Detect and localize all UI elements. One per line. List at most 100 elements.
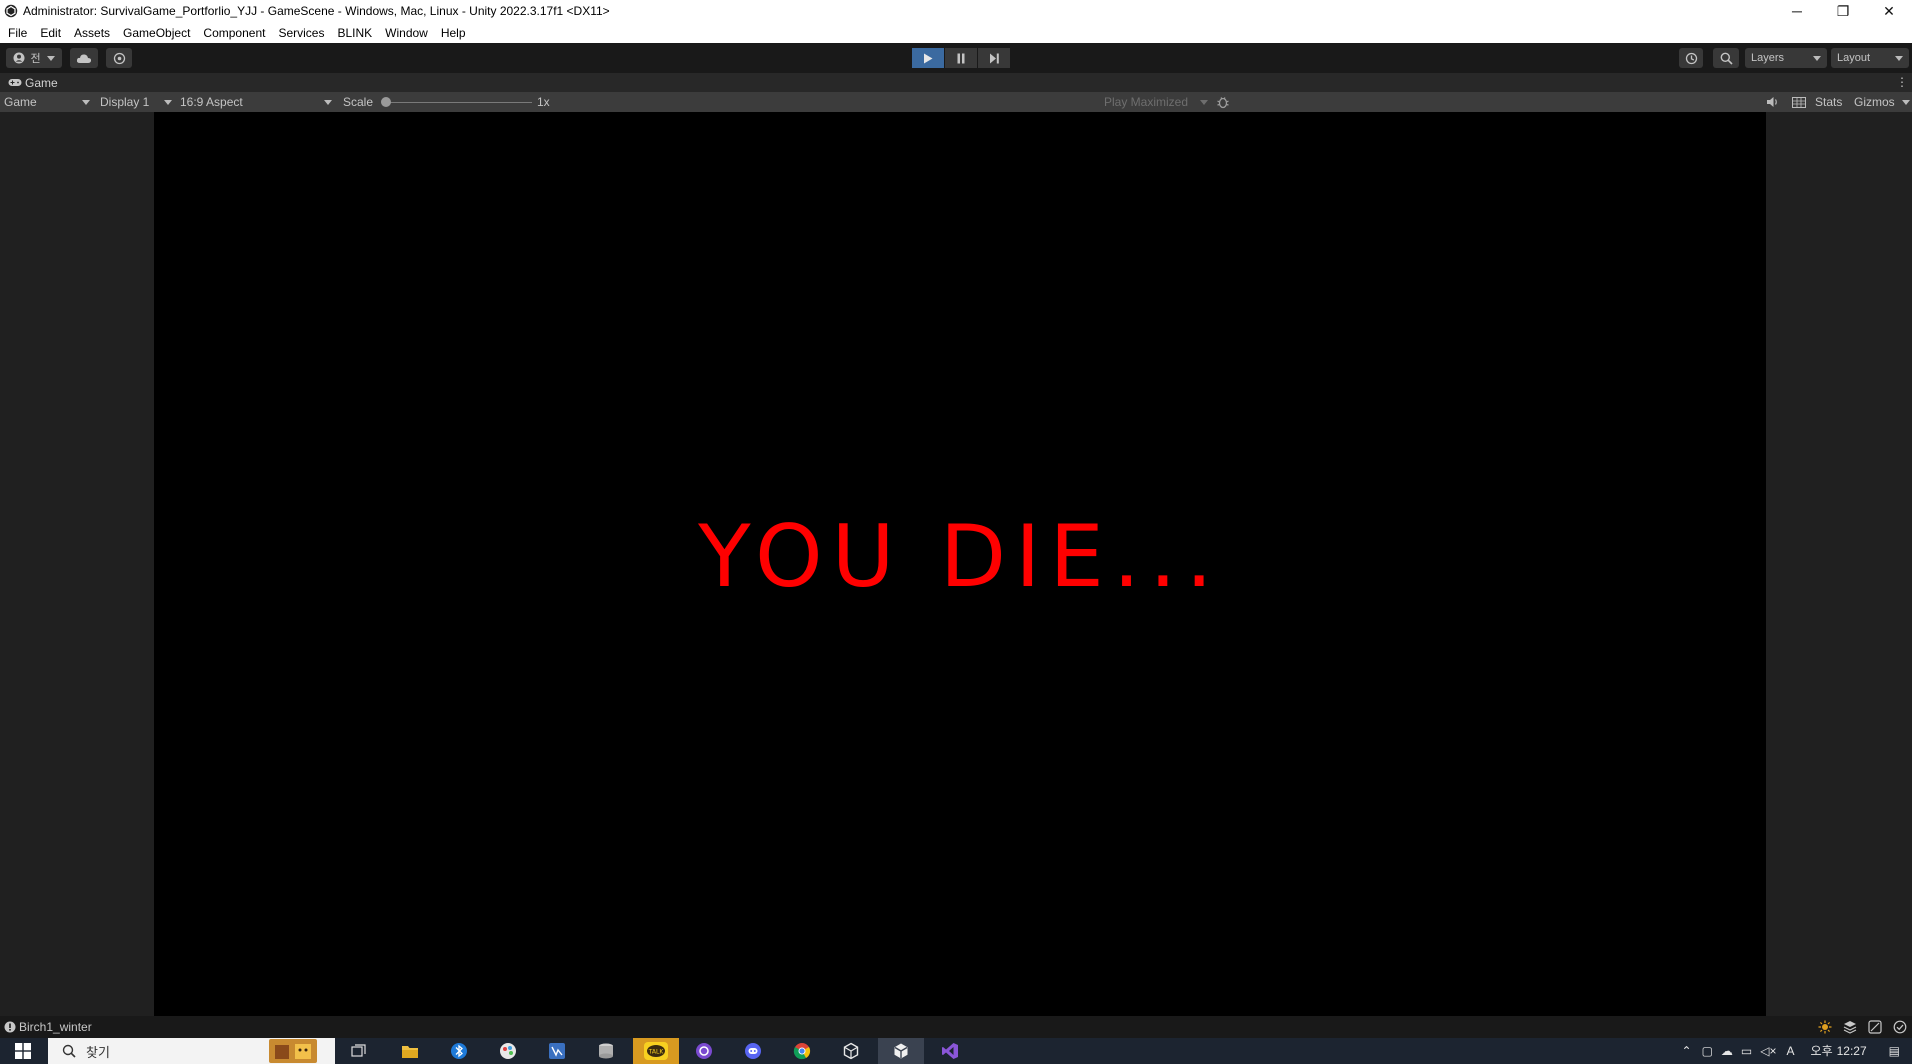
unity-icon[interactable] xyxy=(878,1038,924,1064)
aspect-dropdown[interactable]: 16:9 Aspect xyxy=(180,92,332,112)
step-button[interactable] xyxy=(978,48,1010,68)
search-icon xyxy=(1720,52,1733,65)
onedrive-icon[interactable]: ☁ xyxy=(1721,1044,1733,1058)
layers-label: Layers xyxy=(1751,52,1785,64)
network-icon[interactable] xyxy=(1867,1019,1883,1035)
taskbar-search[interactable]: 찾기 xyxy=(48,1038,335,1064)
database-icon[interactable] xyxy=(594,1040,618,1062)
status-message[interactable]: Birch1_winter xyxy=(19,1020,92,1034)
tray-app-icon[interactable]: ▢ xyxy=(1702,1044,1713,1058)
notification-icon[interactable]: ▤ xyxy=(1889,1044,1900,1058)
github-desktop-icon[interactable] xyxy=(692,1040,716,1062)
layers-dropdown[interactable]: Layers xyxy=(1745,48,1827,68)
ime-indicator[interactable]: A xyxy=(1787,1044,1795,1058)
menu-help[interactable]: Help xyxy=(441,26,466,40)
gizmos-dropdown[interactable]: Gizmos xyxy=(1854,92,1910,112)
unity-logo-icon xyxy=(4,4,18,18)
paint-app-icon[interactable] xyxy=(496,1040,520,1062)
game-control-bar: Game Display 1 16:9 Aspect Scale 1x Play… xyxy=(0,92,1912,112)
menu-bar: File Edit Assets GameObject Component Se… xyxy=(0,22,1912,43)
layout-label: Layout xyxy=(1837,52,1871,64)
chevron-down-icon xyxy=(164,99,172,105)
chrome-icon[interactable] xyxy=(790,1040,814,1062)
clock-time: 12:27 xyxy=(1836,1043,1867,1058)
play-mode-label: Play Maximized xyxy=(1104,95,1189,109)
chevron-down-icon xyxy=(82,99,90,105)
play-icon xyxy=(924,53,933,63)
display-label: Display 1 xyxy=(100,95,150,109)
mute-audio-toggle[interactable] xyxy=(1766,92,1779,112)
account-icon xyxy=(13,52,25,64)
menu-component[interactable]: Component xyxy=(203,26,265,40)
clock-period: 오후 xyxy=(1810,1043,1833,1058)
menu-blink[interactable]: BLINK xyxy=(337,26,372,40)
cloud-icon xyxy=(76,53,92,63)
scale-slider-handle[interactable] xyxy=(381,97,391,107)
file-explorer-icon[interactable] xyxy=(398,1040,422,1062)
layout-dropdown[interactable]: Layout xyxy=(1831,48,1909,68)
code-editor-icon[interactable] xyxy=(545,1040,569,1062)
more-options-icon[interactable]: ⋮ xyxy=(1896,73,1908,92)
status-bar: Birch1_winter xyxy=(0,1016,1912,1038)
chevron-down-icon xyxy=(324,99,332,105)
kakaotalk-icon[interactable]: TALK xyxy=(633,1038,679,1064)
close-button[interactable]: ✕ xyxy=(1866,0,1912,22)
menu-assets[interactable]: Assets xyxy=(74,26,110,40)
search-icon xyxy=(62,1044,76,1058)
discord-icon[interactable] xyxy=(741,1040,765,1062)
minimize-button[interactable]: ─ xyxy=(1774,0,1820,22)
history-button[interactable] xyxy=(1679,48,1703,68)
scale-slider-track[interactable] xyxy=(386,102,532,103)
chevron-down-icon xyxy=(46,55,55,61)
window-titlebar: Administrator: SurvivalGame_Portforlio_Y… xyxy=(0,0,1912,22)
menu-file[interactable]: File xyxy=(8,26,27,40)
pause-button[interactable] xyxy=(945,48,977,68)
bluetooth-app-icon[interactable] xyxy=(447,1040,471,1062)
account-label: 전 xyxy=(30,53,41,65)
layers-stack-icon[interactable] xyxy=(1842,1019,1858,1035)
chevron-up-icon[interactable]: ⌃ xyxy=(1682,1044,1692,1058)
tab-game-label: Game xyxy=(25,75,58,90)
game-screen[interactable]: YOU DIE... xyxy=(154,112,1766,1016)
windows-logo-icon xyxy=(15,1043,31,1059)
restore-button[interactable]: ❐ xyxy=(1820,0,1866,22)
viewport-toggle[interactable] xyxy=(1792,92,1806,112)
check-circle-icon[interactable] xyxy=(1892,1019,1908,1035)
menu-window[interactable]: Window xyxy=(385,26,428,40)
gizmos-label: Gizmos xyxy=(1854,95,1895,109)
start-button[interactable] xyxy=(0,1038,46,1064)
death-message: YOU DIE... xyxy=(698,507,1222,607)
collab-button[interactable] xyxy=(106,48,132,68)
windows-taskbar: 찾기 TALK ⌃ ▢ ☁ ▭ ◁× A 오후 12:27 ▤ xyxy=(0,1038,1912,1064)
menu-services[interactable]: Services xyxy=(278,26,324,40)
view-mode-dropdown[interactable]: Game xyxy=(4,92,90,112)
playback-controls xyxy=(912,48,1011,68)
bug-toggle[interactable] xyxy=(1216,92,1230,112)
menu-gameobject[interactable]: GameObject xyxy=(123,26,190,40)
menu-edit[interactable]: Edit xyxy=(40,26,61,40)
aspect-label: 16:9 Aspect xyxy=(180,95,243,109)
collab-icon xyxy=(113,52,125,64)
display-dropdown[interactable]: Display 1 xyxy=(100,92,172,112)
history-icon xyxy=(1685,52,1697,64)
widget-icon[interactable] xyxy=(269,1039,317,1063)
bug-icon xyxy=(1217,97,1229,109)
task-view-icon[interactable] xyxy=(347,1040,371,1062)
clock[interactable]: 오후 12:27 xyxy=(1810,1043,1867,1058)
game-tab-bar: Game ⋮ xyxy=(0,73,1912,92)
play-mode-dropdown[interactable]: Play Maximized xyxy=(1104,92,1208,112)
stats-button[interactable]: Stats xyxy=(1815,92,1842,112)
tab-game[interactable]: Game xyxy=(0,76,58,90)
volume-muted-icon[interactable]: ◁× xyxy=(1760,1044,1776,1058)
game-viewport[interactable]: YOU DIE... xyxy=(0,112,1912,1016)
network-icon[interactable]: ▭ xyxy=(1741,1044,1752,1058)
taskbar-search-placeholder: 찾기 xyxy=(86,1044,110,1060)
letterbox-left xyxy=(0,112,154,1016)
cloud-button[interactable] xyxy=(70,48,98,68)
unity-hub-icon[interactable] xyxy=(839,1040,863,1062)
search-button[interactable] xyxy=(1713,48,1739,68)
play-button[interactable] xyxy=(912,48,944,68)
auto-generate-lighting-icon[interactable] xyxy=(1817,1019,1833,1035)
visual-studio-icon[interactable] xyxy=(938,1040,962,1062)
account-dropdown[interactable]: 전 xyxy=(6,48,62,68)
